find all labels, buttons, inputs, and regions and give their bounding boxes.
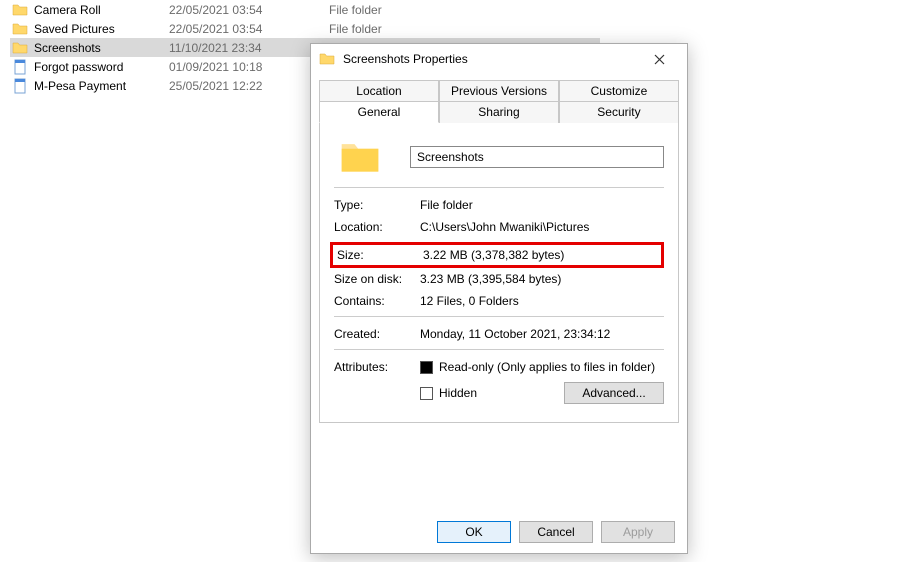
separator (334, 187, 664, 188)
prop-created: Created: Monday, 11 October 2021, 23:34:… (334, 327, 664, 341)
hidden-label: Hidden (439, 386, 477, 400)
file-row[interactable]: Camera Roll22/05/2021 03:54File folder (10, 0, 600, 19)
contains-value: 12 Files, 0 Folders (420, 294, 664, 308)
folder-icon (12, 40, 28, 56)
document-icon (12, 59, 28, 75)
tab-location[interactable]: Location (319, 80, 439, 101)
close-button[interactable] (639, 45, 679, 73)
advanced-button[interactable]: Advanced... (564, 382, 664, 404)
tab-previous-versions[interactable]: Previous Versions (439, 80, 559, 101)
file-name: Camera Roll (34, 3, 169, 17)
prop-contains: Contains: 12 Files, 0 Folders (334, 294, 664, 308)
type-label: Type: (334, 198, 420, 212)
file-date: 22/05/2021 03:54 (169, 3, 329, 17)
location-label: Location: (334, 220, 420, 234)
file-name: Saved Pictures (34, 22, 169, 36)
tab-security[interactable]: Security (559, 101, 679, 123)
size-value: 3.22 MB (3,378,382 bytes) (423, 248, 659, 262)
hidden-checkbox[interactable] (420, 387, 433, 400)
sod-value: 3.23 MB (3,395,584 bytes) (420, 272, 664, 286)
tabs-row-2: General Sharing Security (319, 101, 679, 123)
file-name: Forgot password (34, 60, 169, 74)
apply-button[interactable]: Apply (601, 521, 675, 543)
tab-general-panel: Type: File folder Location: C:\Users\Joh… (319, 122, 679, 423)
folder-icon (12, 21, 28, 37)
file-date: 22/05/2021 03:54 (169, 22, 329, 36)
size-label: Size: (337, 248, 423, 262)
prop-size-on-disk: Size on disk: 3.23 MB (3,395,584 bytes) (334, 272, 664, 286)
dialog-title: Screenshots Properties (343, 52, 639, 66)
tab-general[interactable]: General (319, 101, 439, 123)
readonly-checkbox[interactable] (420, 361, 433, 374)
cancel-button[interactable]: Cancel (519, 521, 593, 543)
contains-label: Contains: (334, 294, 420, 308)
file-type: File folder (329, 22, 449, 36)
prop-location: Location: C:\Users\John Mwaniki\Pictures (334, 220, 664, 234)
prop-type: Type: File folder (334, 198, 664, 212)
file-name: M-Pesa Payment (34, 79, 169, 93)
folder-name-input[interactable] (410, 146, 664, 168)
close-icon (654, 54, 665, 65)
file-name: Screenshots (34, 41, 169, 55)
tab-sharing[interactable]: Sharing (439, 101, 559, 123)
sod-label: Size on disk: (334, 272, 420, 286)
type-value: File folder (420, 198, 664, 212)
document-icon (12, 78, 28, 94)
ok-button[interactable]: OK (437, 521, 511, 543)
created-label: Created: (334, 327, 420, 341)
attributes-label: Attributes: (334, 360, 420, 374)
separator (334, 349, 664, 350)
folder-large-icon (338, 135, 382, 179)
dialog-titlebar: Screenshots Properties (311, 44, 687, 74)
prop-size: Size: 3.22 MB (3,378,382 bytes) (333, 248, 659, 262)
separator (334, 316, 664, 317)
file-date: 25/05/2021 12:22 (169, 79, 329, 93)
properties-dialog: Screenshots Properties Location Previous… (310, 43, 688, 554)
created-value: Monday, 11 October 2021, 23:34:12 (420, 327, 664, 341)
folder-icon (319, 51, 335, 67)
file-date: 01/09/2021 10:18 (169, 60, 329, 74)
file-row[interactable]: Saved Pictures22/05/2021 03:54File folde… (10, 19, 600, 38)
folder-icon (12, 2, 28, 18)
tab-customize[interactable]: Customize (559, 80, 679, 101)
readonly-label: Read-only (Only applies to files in fold… (439, 360, 655, 374)
location-value: C:\Users\John Mwaniki\Pictures (420, 220, 664, 234)
file-type: File folder (329, 3, 449, 17)
file-date: 11/10/2021 23:34 (169, 41, 329, 55)
tabs-row-1: Location Previous Versions Customize (319, 80, 679, 101)
dialog-button-bar: OK Cancel Apply (311, 511, 687, 553)
size-highlight: Size: 3.22 MB (3,378,382 bytes) (330, 242, 664, 268)
